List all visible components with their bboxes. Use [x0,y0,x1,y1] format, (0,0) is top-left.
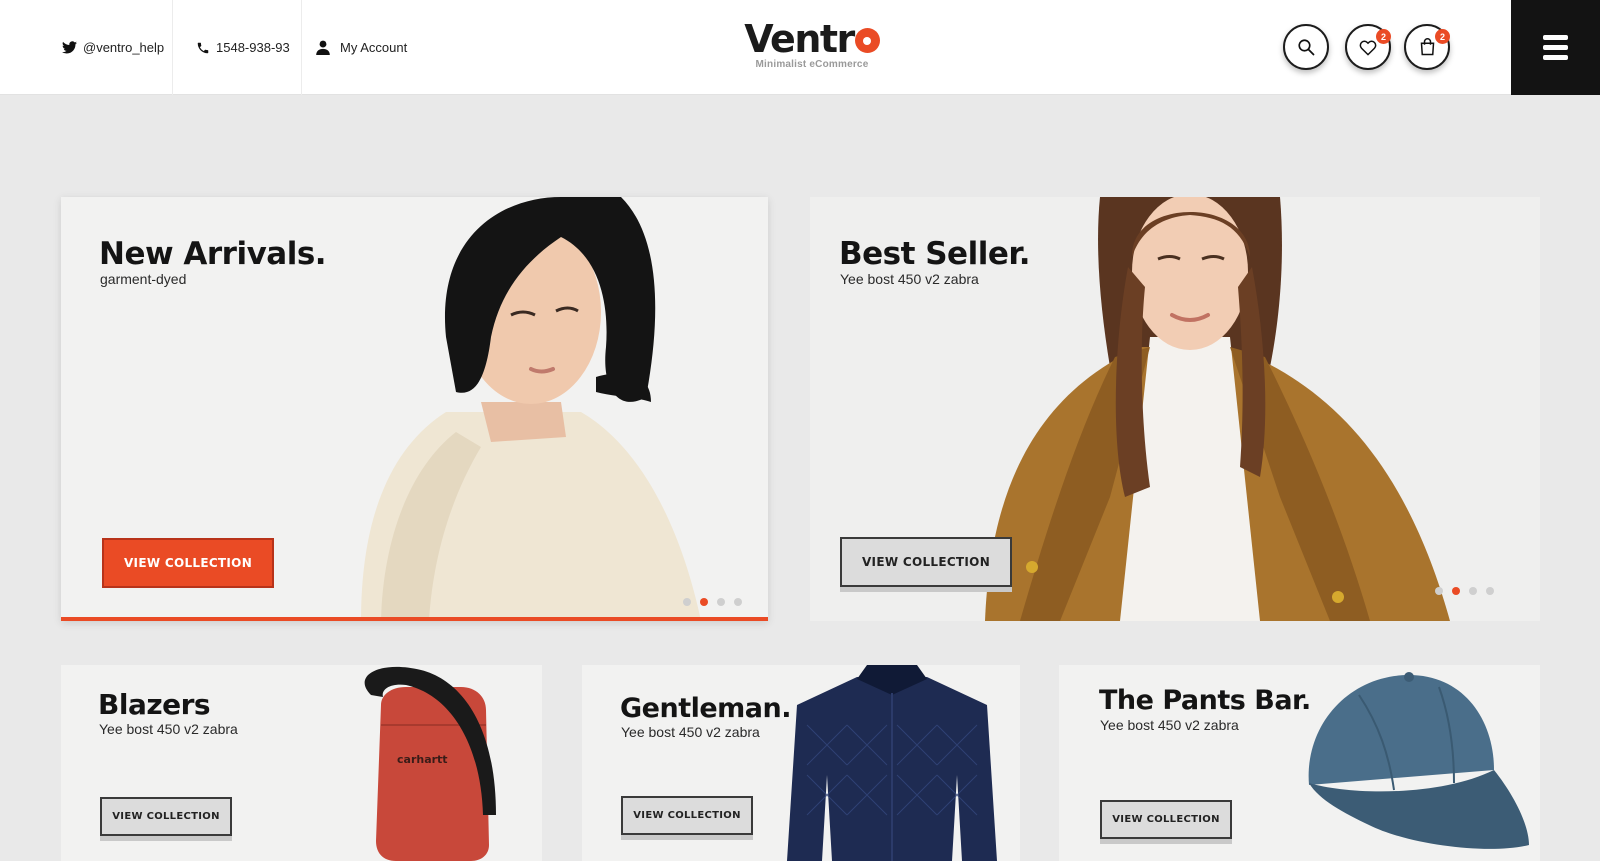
slider-dot[interactable] [734,598,742,606]
phone-link[interactable]: 1548-938-93 [196,0,290,95]
wishlist-count-badge: 2 [1376,29,1391,44]
logo-tagline: Minimalist eCommerce [755,59,869,70]
category-subtitle: Yee bost 450 v2 zabra [621,724,760,740]
slider-dot[interactable] [1435,587,1443,595]
category-title: The Pants Bar. [1099,685,1311,716]
search-button[interactable] [1283,24,1329,70]
my-account-link[interactable]: My Account [316,0,407,95]
phone-icon [197,42,209,53]
twitter-icon [62,41,77,54]
shopping-bag-icon [1420,38,1434,56]
hamburger-menu-icon [1543,45,1568,50]
category-subtitle: Yee bost 450 v2 zabra [99,721,238,737]
slider-dot[interactable] [1486,587,1494,595]
slider-dot[interactable] [717,598,725,606]
user-icon [316,40,330,55]
product-photo-quilted-jacket [787,665,997,861]
header-divider [172,0,173,95]
hamburger-menu-icon [1543,55,1568,60]
cart-count-badge: 2 [1435,29,1450,44]
view-collection-button[interactable]: VIEW COLLECTION [621,796,753,835]
heart-icon [1359,40,1377,56]
slider-dot-active[interactable] [700,598,708,606]
view-collection-button[interactable]: VIEW COLLECTION [100,797,232,836]
view-collection-button[interactable]: VIEW COLLECTION [840,537,1012,587]
my-account-label: My Account [340,40,408,55]
twitter-link[interactable]: @ventro_help [62,0,164,95]
hero-card-new-arrivals: New Arrivals. garment-dyed VIEW COLLECTI… [61,197,768,621]
category-card-blazers: carhartt Blazers Yee bost 450 v2 zabra V… [61,665,542,861]
category-title: Gentleman. [620,693,792,724]
view-collection-button[interactable]: VIEW COLLECTION [102,538,274,588]
slider-dot-active[interactable] [1452,587,1460,595]
slider-dots [683,598,742,606]
logo-o-mark [854,28,880,53]
hero-subtitle: Yee bost 450 v2 zabra [840,271,979,287]
category-subtitle: Yee bost 450 v2 zabra [1100,717,1239,733]
product-photo-red-bag: carhartt [364,666,496,861]
logo-wordmark: Ventr [744,17,855,61]
product-photo-blue-cap [1308,672,1529,849]
slider-dot[interactable] [1469,587,1477,595]
search-icon [1298,39,1315,56]
view-collection-button[interactable]: VIEW COLLECTION [1100,800,1232,839]
hero-title: New Arrivals. [99,236,327,272]
site-header: @ventro_help 1548-938-93 My Account Vent… [0,0,1600,95]
category-card-the-pants-bar: The Pants Bar. Yee bost 450 v2 zabra VIE… [1059,665,1540,861]
phone-number: 1548-938-93 [216,40,290,55]
hero-title: Best Seller. [839,236,1031,272]
cart-button[interactable]: 2 [1404,24,1450,70]
slider-dot[interactable] [683,598,691,606]
category-card-gentleman: Gentleman. Yee bost 450 v2 zabra VIEW CO… [582,665,1020,861]
twitter-handle: @ventro_help [83,40,165,55]
hero-subtitle: garment-dyed [100,271,187,287]
category-title: Blazers [98,688,211,721]
slider-progress-bar [61,617,768,621]
slider-dots [1435,587,1494,595]
hero-card-best-seller: Best Seller. Yee bost 450 v2 zabra VIEW … [810,197,1540,621]
site-logo[interactable]: Ventr Minimalist eCommerce [744,20,880,70]
header-divider [301,0,302,95]
hamburger-menu-button[interactable] [1511,0,1600,95]
wishlist-button[interactable]: 2 [1345,24,1391,70]
bag-brand-label: carhartt [397,753,448,766]
hamburger-menu-icon [1543,35,1568,40]
